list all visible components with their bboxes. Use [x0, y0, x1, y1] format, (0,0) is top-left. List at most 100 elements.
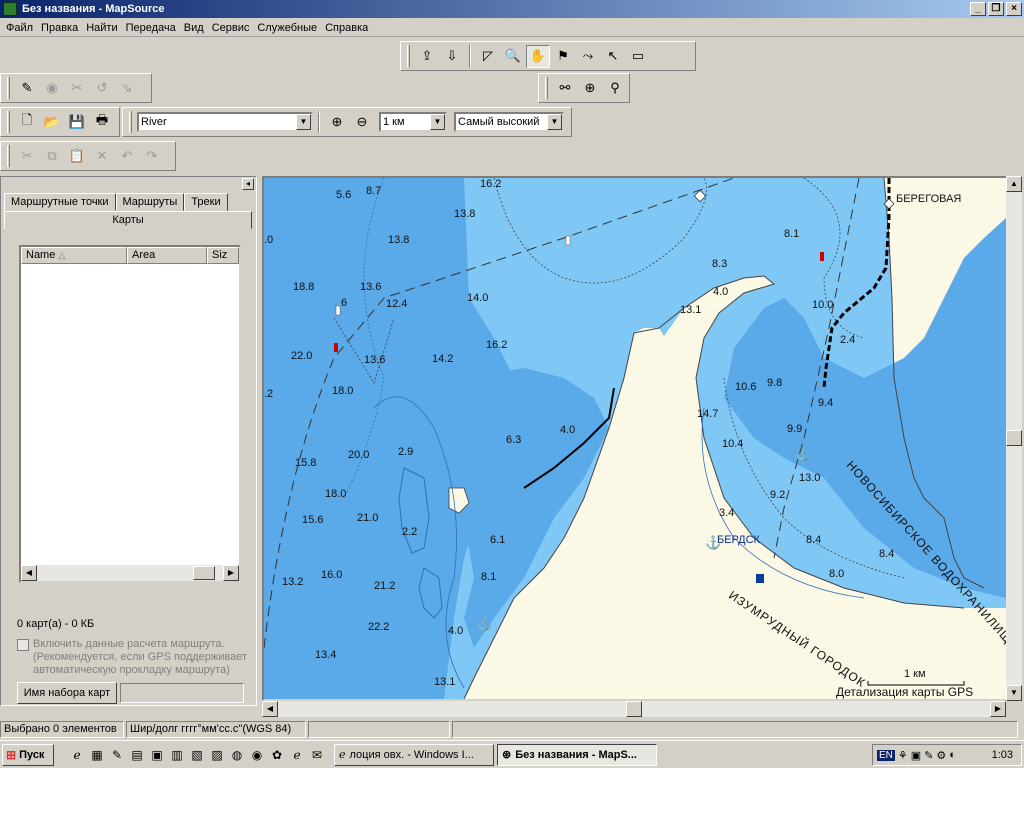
- menu-utilities[interactable]: Служебные: [253, 19, 321, 37]
- receive-from-device-icon[interactable]: ⇪: [415, 45, 439, 68]
- undo-icon[interactable]: ↶: [115, 145, 139, 168]
- selection-arrow-icon[interactable]: ↖: [601, 45, 625, 68]
- mapset-name-button[interactable]: Имя набора карт: [17, 682, 117, 704]
- panel-scroll-left-icon[interactable]: ◂: [242, 178, 254, 190]
- quick-launch-app-icon[interactable]: ▥: [168, 746, 186, 764]
- tab-routes[interactable]: Маршруты: [115, 193, 185, 211]
- map-view[interactable]: 16.2 5.6 8.7 13.8 13.8 .0 18.8 6 13.6 12…: [262, 176, 1008, 701]
- find-nearest-icon[interactable]: ⊕: [578, 77, 602, 100]
- menu-view[interactable]: Вид: [180, 19, 208, 37]
- tab-tracks[interactable]: Треки: [184, 193, 228, 211]
- zoom-in-icon[interactable]: ⊕: [325, 111, 349, 134]
- new-file-icon[interactable]: 🗋: [15, 111, 39, 134]
- quick-launch-ie-icon[interactable]: ℯ: [288, 746, 306, 764]
- mapset-name-field[interactable]: [120, 683, 244, 703]
- route-tool-icon[interactable]: ⤳: [576, 45, 600, 68]
- quick-launch-app-icon[interactable]: ◍: [228, 746, 246, 764]
- quick-launch-app-icon[interactable]: ▨: [208, 746, 226, 764]
- scroll-down-icon[interactable]: ▼: [1006, 685, 1022, 701]
- track-filter-icon[interactable]: ⇘: [115, 77, 139, 100]
- chevron-down-icon[interactable]: ▼: [547, 114, 562, 130]
- copy-icon[interactable]: ⧉: [40, 145, 64, 168]
- language-indicator[interactable]: EN: [877, 749, 895, 761]
- column-name-header[interactable]: Name △: [21, 247, 127, 264]
- depth-label: 2.2: [402, 526, 418, 538]
- depth-label: 8.7: [366, 185, 382, 197]
- quick-launch-app-icon[interactable]: ✉: [308, 746, 326, 764]
- open-folder-icon[interactable]: 📂: [40, 111, 64, 134]
- print-icon[interactable]: 🖶: [90, 111, 114, 134]
- tray-app-icon[interactable]: ⚙: [936, 749, 946, 762]
- track-draw-icon[interactable]: ✎: [15, 77, 39, 100]
- map-tool-icon[interactable]: ◸: [476, 45, 500, 68]
- quick-launch-app-icon[interactable]: ✎: [108, 746, 126, 764]
- tray-app-icon[interactable]: ✎: [924, 749, 933, 762]
- map-product-select[interactable]: River ▼: [137, 112, 313, 132]
- map-vertical-scrollbar[interactable]: ▲ ▼: [1006, 176, 1022, 701]
- zoom-out-icon[interactable]: ⊖: [350, 111, 374, 134]
- scroll-left-icon[interactable]: ◀: [262, 701, 278, 717]
- eraser-icon[interactable]: ◉: [40, 77, 64, 100]
- map-hscroll-thumb[interactable]: [626, 701, 642, 717]
- hand-tool-icon[interactable]: ✋: [526, 44, 550, 68]
- quick-launch-app-icon[interactable]: ▤: [128, 746, 146, 764]
- menu-find[interactable]: Найти: [82, 19, 121, 37]
- chevron-down-icon[interactable]: ▼: [430, 114, 445, 130]
- restore-button[interactable]: ❐: [988, 2, 1004, 16]
- close-button[interactable]: ×: [1006, 2, 1022, 16]
- map-vscroll-thumb[interactable]: [1006, 430, 1022, 446]
- minimize-button[interactable]: _: [970, 2, 986, 16]
- depth-label: 13.0: [799, 472, 821, 484]
- zoom-level-select[interactable]: 1 км ▼: [379, 112, 447, 132]
- menu-help[interactable]: Справка: [321, 19, 372, 37]
- map-product-value: River: [141, 116, 167, 128]
- routing-data-checkbox[interactable]: [17, 639, 29, 651]
- task-button-ie[interactable]: ℯ лоция овх. - Windows I...: [334, 743, 494, 766]
- task-button-mapsource[interactable]: ⊛ Без названия - MapS...: [497, 743, 657, 766]
- join-tracks-icon[interactable]: ↺: [90, 77, 114, 100]
- quick-launch-app-icon[interactable]: ▧: [188, 746, 206, 764]
- quick-launch-app-icon[interactable]: ▦: [88, 746, 106, 764]
- quick-launch-app-icon[interactable]: ✿: [268, 746, 286, 764]
- scroll-right-icon[interactable]: ▶: [223, 565, 239, 581]
- find-binoculars-icon[interactable]: ⚯: [553, 77, 577, 100]
- tools-toolbar: ⇪ ⇩ ◸ 🔍 ✋ ⚑ ⤳ ↖ ▭: [400, 41, 696, 71]
- quick-launch-firefox-icon[interactable]: ◉: [248, 746, 266, 764]
- depth-label: 20.0: [348, 449, 370, 461]
- zoom-tool-icon[interactable]: 🔍: [501, 45, 525, 68]
- tab-maps[interactable]: Карты: [4, 211, 252, 229]
- map-list[interactable]: Name △ Area Siz ◀ ▶: [19, 245, 241, 583]
- quick-launch-app-icon[interactable]: ▣: [148, 746, 166, 764]
- scroll-left-icon[interactable]: ◀: [21, 565, 37, 581]
- tab-waypoints[interactable]: Маршрутные точки: [4, 193, 116, 211]
- delete-icon[interactable]: ✕: [90, 145, 114, 168]
- find-recent-icon[interactable]: ⚲: [603, 77, 627, 100]
- divide-track-icon[interactable]: ✂: [65, 77, 89, 100]
- paste-icon[interactable]: 📋: [65, 145, 89, 168]
- waypoint-flag-icon[interactable]: ⚑: [551, 45, 575, 68]
- column-area-header[interactable]: Area: [127, 247, 207, 264]
- quick-launch-ie-icon[interactable]: ℯ: [68, 746, 86, 764]
- tray-app-icon[interactable]: ◐: [949, 749, 956, 761]
- menu-tools[interactable]: Сервис: [208, 19, 254, 37]
- start-button[interactable]: ⊞ Пуск: [2, 743, 54, 766]
- scroll-up-icon[interactable]: ▲: [1006, 176, 1022, 192]
- list-horizontal-scrollbar[interactable]: ◀ ▶: [21, 565, 239, 581]
- tray-app-icon[interactable]: ▣: [911, 749, 921, 762]
- list-scroll-thumb[interactable]: [193, 566, 215, 580]
- menu-transfer[interactable]: Передача: [122, 19, 180, 37]
- send-to-device-icon[interactable]: ⇩: [440, 45, 464, 68]
- cut-icon[interactable]: ✂: [15, 145, 39, 168]
- map-horizontal-scrollbar[interactable]: ◀ ▶: [262, 701, 1006, 717]
- measure-ruler-icon[interactable]: ▭: [626, 45, 650, 68]
- save-icon[interactable]: 💾: [65, 111, 89, 134]
- depth-label: 9.4: [818, 397, 834, 409]
- menu-file[interactable]: Файл: [2, 19, 37, 37]
- redo-icon[interactable]: ↷: [140, 145, 164, 168]
- detail-level-select[interactable]: Самый высокий ▼: [454, 112, 564, 132]
- tray-network-icon[interactable]: ⚘: [898, 749, 908, 762]
- column-size-header[interactable]: Siz: [207, 247, 239, 264]
- chevron-down-icon[interactable]: ▼: [296, 114, 311, 130]
- scroll-right-icon[interactable]: ▶: [990, 701, 1006, 717]
- menu-edit[interactable]: Правка: [37, 19, 82, 37]
